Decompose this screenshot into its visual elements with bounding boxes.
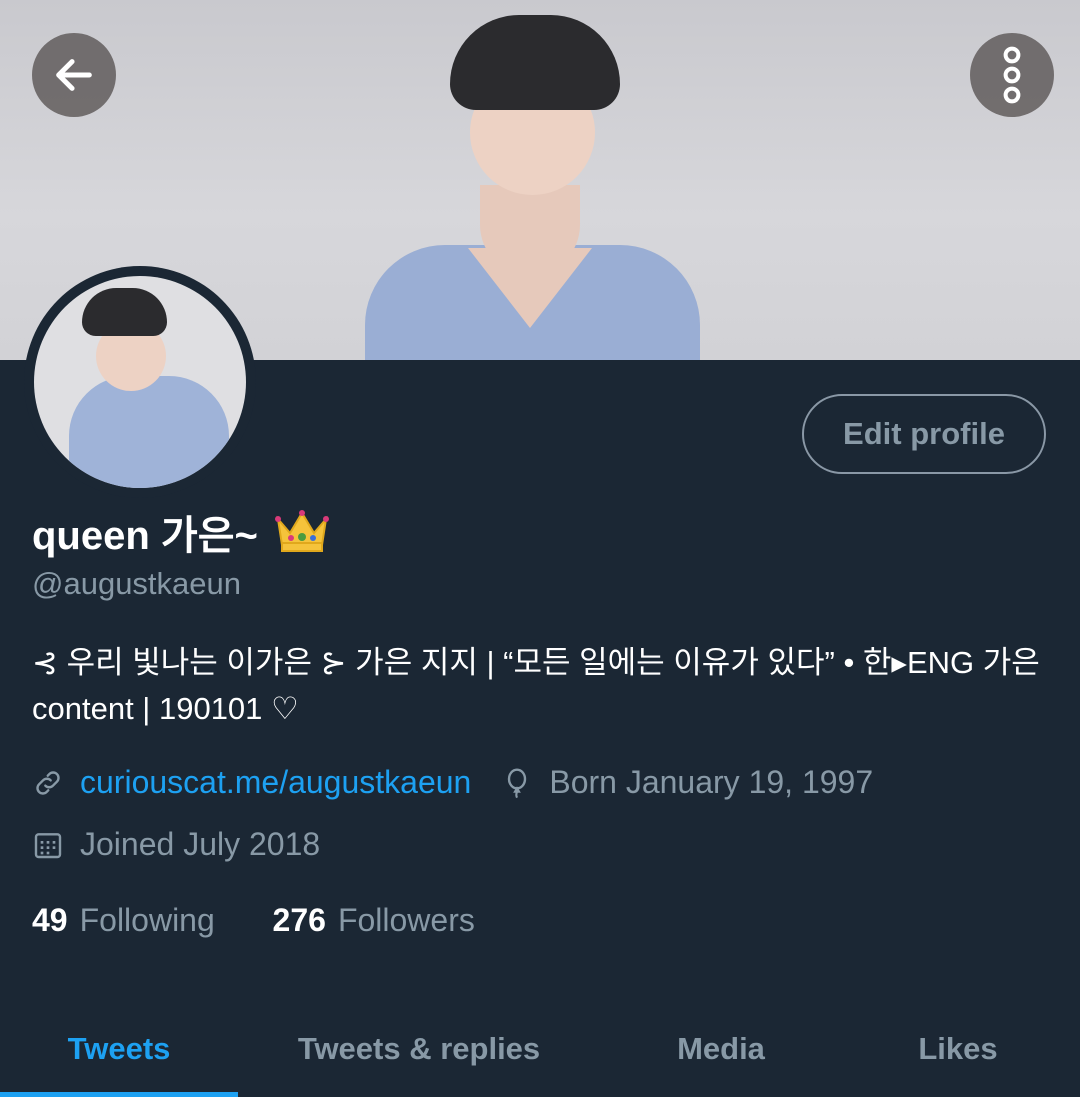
banner-figure-neckline	[468, 248, 592, 328]
avatar-figure-hat	[82, 288, 167, 336]
tab-media[interactable]: Media	[600, 1000, 842, 1097]
profile-bio: ⊰ 우리 빛나는 이가은 ⊱ 가은 지지 | “모든 일에는 이유가 있다” •…	[32, 645, 1040, 726]
user-handle: @augustkaeun	[32, 566, 242, 601]
followers-link[interactable]: 276 Followers	[273, 902, 475, 938]
tab-likes[interactable]: Likes	[842, 1000, 1074, 1097]
back-button[interactable]	[32, 33, 116, 117]
more-vertical-icon	[1003, 46, 1021, 104]
display-name: queen 가은~	[32, 514, 258, 558]
avatar-frame[interactable]	[24, 266, 256, 498]
avatar-figure-body	[69, 376, 229, 488]
crown-emoji-icon	[274, 510, 329, 552]
balloon-icon	[501, 767, 533, 799]
profile-tabs: Tweets Tweets & replies Media Likes	[0, 1000, 1080, 1097]
display-name-row: queen 가은~	[32, 503, 330, 561]
follow-counts: 49 Following 276 Followers	[32, 902, 475, 939]
edit-profile-button[interactable]: Edit profile	[802, 394, 1046, 474]
link-icon	[32, 767, 64, 799]
birth-date: Born January 19, 1997	[549, 764, 874, 800]
profile-meta-row-2: Joined July 2018	[32, 826, 320, 863]
arrow-left-icon	[56, 59, 92, 91]
more-options-button[interactable]	[970, 33, 1054, 117]
tab-tweets-replies[interactable]: Tweets & replies	[238, 1000, 600, 1097]
avatar	[34, 276, 246, 488]
tab-tweets[interactable]: Tweets	[0, 1000, 238, 1097]
following-count: 49	[32, 902, 68, 938]
followers-label: Followers	[337, 902, 475, 938]
active-tab-indicator	[0, 1092, 238, 1097]
calendar-icon	[32, 829, 64, 861]
join-date: Joined July 2018	[80, 826, 321, 862]
followers-count: 276	[272, 902, 326, 938]
banner-figure-hat	[450, 15, 620, 110]
following-label: Following	[79, 902, 215, 938]
profile-meta-row-1: curiouscat.me/augustkaeun Born January 1…	[32, 764, 873, 801]
website-link[interactable]: curiouscat.me/augustkaeun	[80, 764, 471, 801]
following-link[interactable]: 49 Following	[32, 902, 215, 938]
